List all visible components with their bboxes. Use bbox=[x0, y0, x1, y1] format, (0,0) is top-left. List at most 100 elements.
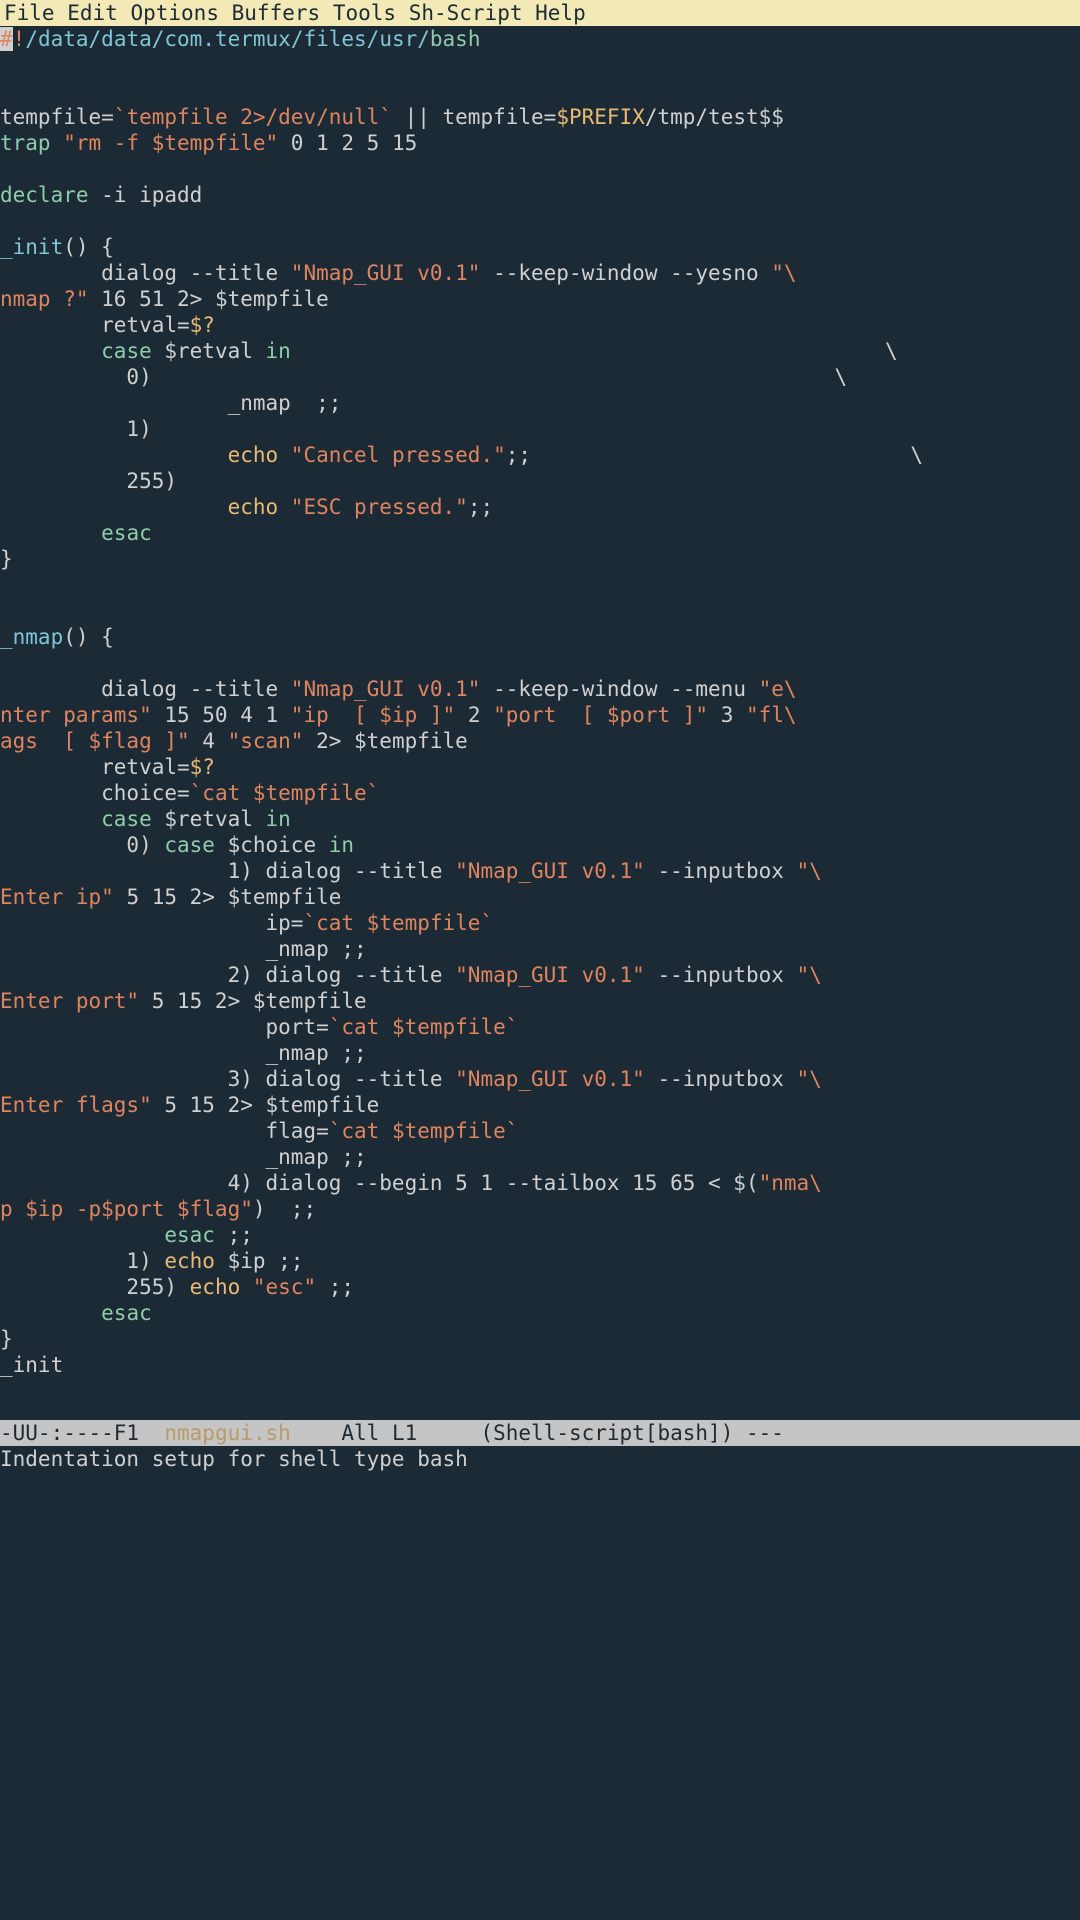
code-text: $ip ;; bbox=[215, 1249, 304, 1273]
code-text: () { bbox=[63, 625, 114, 649]
code-func: _init bbox=[0, 235, 63, 259]
mode-line[interactable]: -UU-:----F1 nmapgui.sh All L1 (Shell-scr… bbox=[0, 1420, 1080, 1446]
code-text: port= bbox=[0, 1015, 329, 1039]
echo-area: Indentation setup for shell type bash bbox=[0, 1446, 1080, 1472]
shebang-path: /data/data/com.termux/files/usr/ bbox=[25, 27, 430, 51]
code-text: 3) dialog --title bbox=[0, 1067, 455, 1091]
code-string: "\ bbox=[771, 261, 796, 285]
code-text: 15 50 4 1 bbox=[152, 703, 291, 727]
code-text: dialog --title bbox=[0, 677, 291, 701]
code-text bbox=[0, 1301, 101, 1325]
code-keyword: in bbox=[266, 807, 291, 831]
code-string: `cat $tempfile` bbox=[303, 911, 493, 935]
code-text: 1) dialog --title bbox=[0, 859, 455, 883]
modeline-flags: -UU-:----F1 bbox=[0, 1421, 164, 1445]
shebang-hash: # bbox=[0, 27, 13, 51]
code-keyword: case bbox=[164, 833, 215, 857]
code-text: `tempfile 2>/dev/null` bbox=[114, 105, 392, 129]
code-string: "esc" bbox=[240, 1275, 316, 1299]
code-text: --inputbox bbox=[645, 1067, 797, 1091]
menu-file[interactable]: File bbox=[4, 1, 55, 25]
code-keyword: case bbox=[101, 807, 152, 831]
code-text: 1) bbox=[0, 1249, 164, 1273]
code-text: --inputbox bbox=[645, 859, 797, 883]
code-text: 4 bbox=[190, 729, 228, 753]
code-builtin: echo bbox=[228, 443, 279, 467]
code-text: $choice bbox=[215, 833, 329, 857]
editor-buffer[interactable]: #!/data/data/com.termux/files/usr/bash t… bbox=[0, 26, 1080, 1378]
code-string: "\ bbox=[797, 1067, 822, 1091]
code-string: nter params" bbox=[0, 703, 152, 727]
code-text: } bbox=[0, 1327, 13, 1351]
code-text: 4) dialog --begin 5 1 --tailbox 15 65 < … bbox=[0, 1171, 759, 1195]
modeline-major-mode: Shell-script[bash] bbox=[493, 1421, 721, 1445]
modeline-filename: nmapgui.sh bbox=[164, 1421, 290, 1445]
code-string: `cat $tempfile` bbox=[190, 781, 380, 805]
code-text: tempfile= bbox=[0, 105, 114, 129]
code-string: p $ip -p$port $flag" bbox=[0, 1197, 253, 1221]
code-builtin: echo bbox=[190, 1275, 241, 1299]
code-string: "Nmap_GUI v0.1" bbox=[291, 677, 481, 701]
code-text: 3 bbox=[708, 703, 746, 727]
code-text: 1) bbox=[0, 417, 152, 441]
code-text: --keep-window --menu bbox=[480, 677, 758, 701]
code-string: `cat $tempfile` bbox=[329, 1119, 519, 1143]
menu-tools[interactable]: Tools bbox=[333, 1, 396, 25]
code-text: ;; \ bbox=[506, 443, 923, 467]
code-keyword: in bbox=[329, 833, 354, 857]
code-text: "rm -f $tempfile" bbox=[51, 131, 279, 155]
code-string: nmap ?" bbox=[0, 287, 89, 311]
modeline-position: All L1 ( bbox=[291, 1421, 493, 1445]
code-var: $? bbox=[190, 313, 215, 337]
code-text: _nmap ;; bbox=[0, 937, 367, 961]
code-var: $? bbox=[190, 755, 215, 779]
code-text: $retval bbox=[152, 339, 266, 363]
code-text: } bbox=[0, 547, 13, 571]
code-text bbox=[0, 495, 228, 519]
code-string: "Nmap_GUI v0.1" bbox=[291, 261, 481, 285]
code-text: 0) bbox=[0, 833, 164, 857]
code-text bbox=[0, 339, 101, 363]
code-string: "nma\ bbox=[759, 1171, 822, 1195]
code-string: "Nmap_GUI v0.1" bbox=[455, 1067, 645, 1091]
shebang-interp: bash bbox=[430, 27, 481, 51]
code-text: /tmp/test$$ bbox=[645, 105, 784, 129]
code-text: _nmap ;; bbox=[0, 391, 341, 415]
code-keyword: in bbox=[266, 339, 291, 363]
menu-help[interactable]: Help bbox=[535, 1, 586, 25]
code-text: --inputbox bbox=[645, 963, 797, 987]
code-text bbox=[0, 521, 101, 545]
code-text bbox=[0, 807, 101, 831]
code-builtin: echo bbox=[228, 495, 279, 519]
code-text: ;; bbox=[468, 495, 493, 519]
menu-bar[interactable]: File Edit Options Buffers Tools Sh-Scrip… bbox=[0, 0, 1080, 26]
code-text: dialog --title bbox=[0, 261, 291, 285]
code-text: --keep-window --yesno bbox=[480, 261, 771, 285]
code-string: `cat $tempfile` bbox=[329, 1015, 519, 1039]
code-text: ;; bbox=[316, 1275, 354, 1299]
code-text: 255) bbox=[0, 1275, 190, 1299]
code-string: "Nmap_GUI v0.1" bbox=[455, 859, 645, 883]
menu-buffers[interactable]: Buffers bbox=[232, 1, 321, 25]
code-string: "port [ $port ]" bbox=[493, 703, 708, 727]
code-text: 2> $tempfile bbox=[303, 729, 467, 753]
code-text bbox=[0, 1223, 164, 1247]
code-text: 0) \ bbox=[0, 365, 847, 389]
code-string: "ip [ $ip ]" bbox=[291, 703, 455, 727]
menu-options[interactable]: Options bbox=[130, 1, 219, 25]
shebang-bang: ! bbox=[13, 27, 26, 51]
code-text: _nmap ;; bbox=[0, 1145, 367, 1169]
code-text: retval= bbox=[0, 313, 190, 337]
menu-edit[interactable]: Edit bbox=[67, 1, 118, 25]
code-string: "scan" bbox=[228, 729, 304, 753]
code-text: $retval bbox=[152, 807, 266, 831]
modeline-tail: ) --- bbox=[721, 1421, 784, 1445]
code-text: 5 15 2> $tempfile bbox=[114, 885, 342, 909]
menu-mode[interactable]: Sh-Script bbox=[409, 1, 523, 25]
code-text: 2 bbox=[455, 703, 493, 727]
code-string: "e\ bbox=[759, 677, 797, 701]
code-builtin: echo bbox=[164, 1249, 215, 1273]
code-keyword: declare bbox=[0, 183, 89, 207]
code-text: ) ;; bbox=[253, 1197, 316, 1221]
code-text: choice= bbox=[0, 781, 190, 805]
